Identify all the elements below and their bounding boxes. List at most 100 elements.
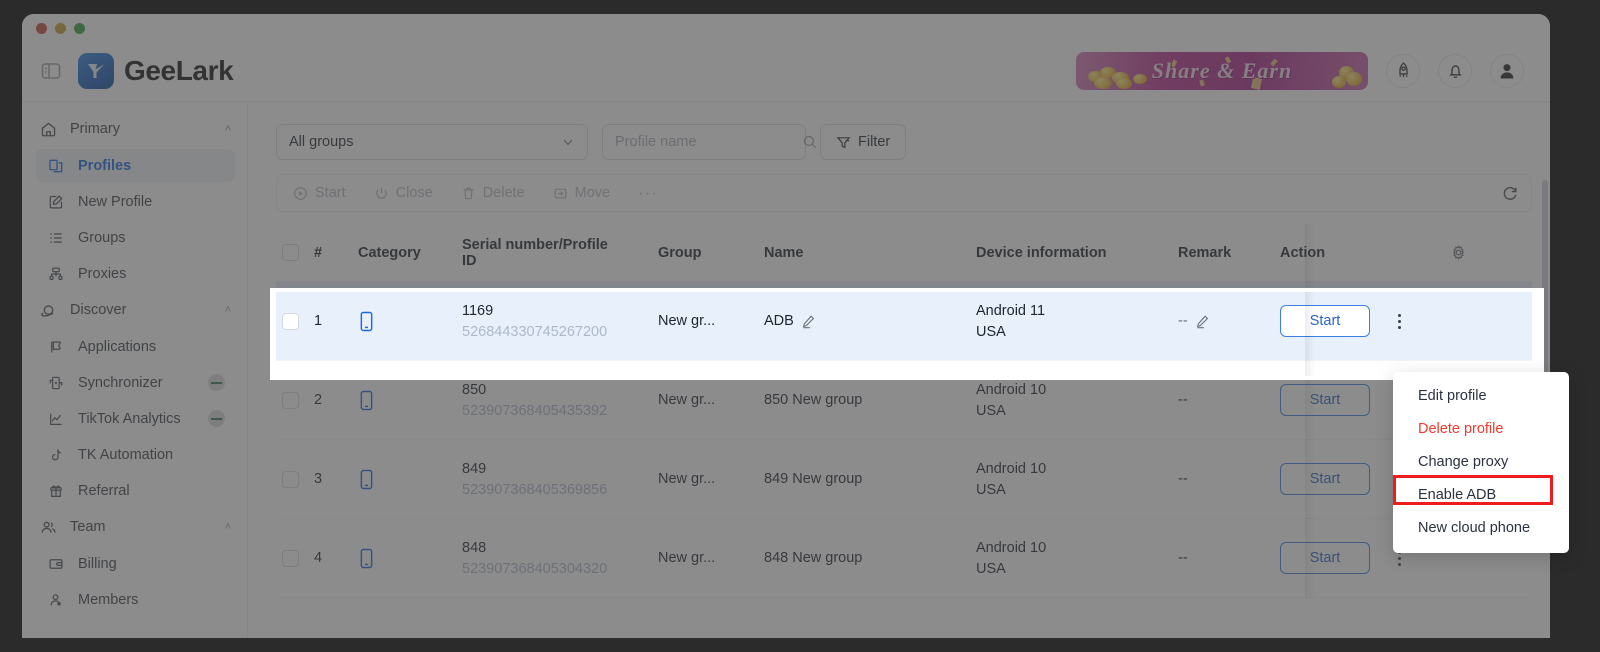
row-checkbox[interactable] bbox=[282, 549, 299, 567]
gift-icon bbox=[48, 483, 68, 499]
menu-item-new-cloud-phone[interactable]: New cloud phone bbox=[1393, 511, 1569, 544]
row-name: ADB bbox=[764, 313, 794, 329]
menu-item-change-proxy[interactable]: Change proxy bbox=[1393, 445, 1569, 478]
col-action: Action bbox=[1280, 244, 1326, 261]
bulk-move-button[interactable]: Move bbox=[553, 185, 610, 201]
row-name: 850 New group bbox=[764, 392, 863, 408]
filter-button-label: Filter bbox=[858, 134, 891, 150]
sidebar-group-team[interactable]: Team ˄ bbox=[22, 510, 247, 544]
row-profile-id: 523907368405435392 bbox=[462, 402, 608, 419]
search-icon bbox=[802, 134, 818, 150]
table-row[interactable]: 2 850 523907368405435392 New gr... 850 N… bbox=[276, 361, 1532, 440]
gear-icon[interactable] bbox=[1438, 244, 1478, 261]
start-button[interactable]: Start bbox=[1280, 542, 1370, 574]
share-and-earn-banner[interactable]: Share & Earn bbox=[1076, 51, 1368, 90]
sidebar-item-applications[interactable]: Applications bbox=[36, 330, 235, 363]
sidebar-item-label: Applications bbox=[78, 338, 157, 355]
group-select[interactable]: All groups bbox=[276, 124, 588, 160]
start-button[interactable]: Start bbox=[1280, 384, 1370, 416]
chevron-up-icon: ˄ bbox=[224, 304, 231, 316]
sidebar-item-tiktok-analytics[interactable]: TikTok Analytics bbox=[36, 402, 235, 435]
row-category bbox=[358, 311, 462, 332]
row-remark-cell: -- bbox=[1178, 313, 1280, 329]
window-titlebar bbox=[22, 14, 1550, 40]
row-select-cell bbox=[276, 549, 314, 567]
sidebar: Primary ˄ Profiles New Profile Groups Pr… bbox=[22, 102, 248, 638]
row-index: 2 bbox=[314, 392, 323, 408]
col-serial-line1: Serial number/Profile bbox=[462, 236, 608, 253]
table-row[interactable]: 4 848 523907368405304320 New gr... 848 N… bbox=[276, 519, 1532, 598]
row-select-cell bbox=[276, 312, 314, 330]
maximize-window-button[interactable] bbox=[74, 23, 85, 34]
bulk-more-button[interactable]: ··· bbox=[638, 183, 658, 203]
refresh-icon[interactable] bbox=[1501, 184, 1519, 202]
sidebar-item-label: Profiles bbox=[78, 157, 132, 174]
profile-search-box[interactable] bbox=[602, 124, 817, 160]
row-device-os: Android 10 bbox=[976, 460, 1047, 477]
sidebar-item-label: Proxies bbox=[78, 265, 127, 282]
menu-item-delete-profile[interactable]: Delete profile bbox=[1393, 412, 1569, 445]
row-checkbox[interactable] bbox=[282, 391, 299, 409]
sidebar-item-tk-automation[interactable]: TK Automation bbox=[36, 438, 235, 471]
phone-icon bbox=[358, 548, 462, 569]
row-name-cell: 848 New group bbox=[764, 550, 976, 566]
sidebar-item-referral[interactable]: Referral bbox=[36, 474, 235, 507]
col-serial-line2: ID bbox=[462, 252, 477, 269]
sidebar-item-label: Billing bbox=[78, 555, 117, 572]
sidebar-group-primary[interactable]: Primary ˄ bbox=[22, 112, 247, 146]
table-row[interactable]: 1 1169 526844330745267200 New gr... ADB … bbox=[276, 282, 1532, 361]
menu-item-edit-profile[interactable]: Edit profile bbox=[1393, 379, 1569, 412]
sidebar-panel-icon[interactable] bbox=[38, 58, 64, 84]
table-scrollbar[interactable] bbox=[1542, 102, 1548, 638]
user-avatar-icon[interactable] bbox=[1490, 53, 1524, 88]
minimize-window-button[interactable] bbox=[55, 23, 66, 34]
sidebar-item-billing[interactable]: Billing bbox=[36, 547, 235, 580]
filter-funnel-icon bbox=[836, 135, 851, 150]
group-select-value: All groups bbox=[289, 134, 354, 150]
bulk-start-button[interactable]: Start bbox=[293, 185, 346, 201]
table-row[interactable]: 3 849 523907368405369856 New gr... 849 N… bbox=[276, 440, 1532, 519]
row-checkbox[interactable] bbox=[282, 312, 299, 330]
edit-name-pencil-icon[interactable] bbox=[801, 314, 816, 329]
search-input[interactable] bbox=[615, 134, 802, 150]
col-index: # bbox=[314, 244, 323, 261]
start-button[interactable]: Start bbox=[1280, 463, 1370, 495]
filter-button[interactable]: Filter bbox=[820, 124, 907, 160]
row-group: New gr... bbox=[658, 550, 716, 566]
bell-icon[interactable] bbox=[1438, 53, 1472, 88]
sidebar-item-synchronizer[interactable]: Synchronizer bbox=[36, 366, 235, 399]
sidebar-item-proxies[interactable]: Proxies bbox=[36, 257, 235, 290]
row-device-region: USA bbox=[976, 402, 1006, 419]
synchronizer-icon bbox=[48, 375, 68, 391]
select-all-checkbox[interactable] bbox=[282, 244, 299, 261]
row-checkbox[interactable] bbox=[282, 470, 299, 488]
geelark-logo-icon bbox=[78, 52, 114, 89]
row-remark-cell: -- bbox=[1178, 471, 1280, 487]
edit-remark-pencil-icon[interactable] bbox=[1195, 314, 1210, 329]
row-more-menu-icon[interactable] bbox=[1398, 313, 1401, 329]
rocket-icon[interactable] bbox=[1386, 53, 1420, 88]
move-folder-icon bbox=[553, 186, 568, 201]
sidebar-item-new-profile[interactable]: New Profile bbox=[36, 185, 235, 218]
scrollbar-thumb[interactable] bbox=[1542, 180, 1548, 378]
row-name: 848 New group bbox=[764, 550, 863, 566]
sidebar-group-label: Team bbox=[70, 519, 106, 535]
bulk-close-button[interactable]: Close bbox=[374, 185, 433, 201]
home-icon bbox=[40, 121, 60, 138]
col-device-information: Device information bbox=[976, 244, 1107, 261]
brand-name: GeeLark bbox=[124, 54, 234, 86]
sidebar-item-groups[interactable]: Groups bbox=[36, 221, 235, 254]
start-button[interactable]: Start bbox=[1280, 305, 1370, 337]
share-and-earn-label: Share & Earn bbox=[1151, 57, 1293, 83]
row-remark: -- bbox=[1178, 550, 1188, 566]
sidebar-group-discover[interactable]: Discover ˄ bbox=[22, 293, 247, 327]
chevron-up-icon: ˄ bbox=[224, 123, 231, 135]
row-profile-id: 523907368405369856 bbox=[462, 481, 608, 498]
menu-item-enable-adb[interactable]: Enable ADB bbox=[1393, 478, 1569, 511]
bulk-delete-button[interactable]: Delete bbox=[461, 185, 525, 201]
sidebar-item-members[interactable]: Members bbox=[36, 583, 235, 616]
chevron-up-icon: ˄ bbox=[224, 521, 231, 533]
row-device-region: USA bbox=[976, 323, 1006, 340]
close-window-button[interactable] bbox=[36, 23, 47, 34]
sidebar-item-profiles[interactable]: Profiles bbox=[36, 149, 235, 182]
